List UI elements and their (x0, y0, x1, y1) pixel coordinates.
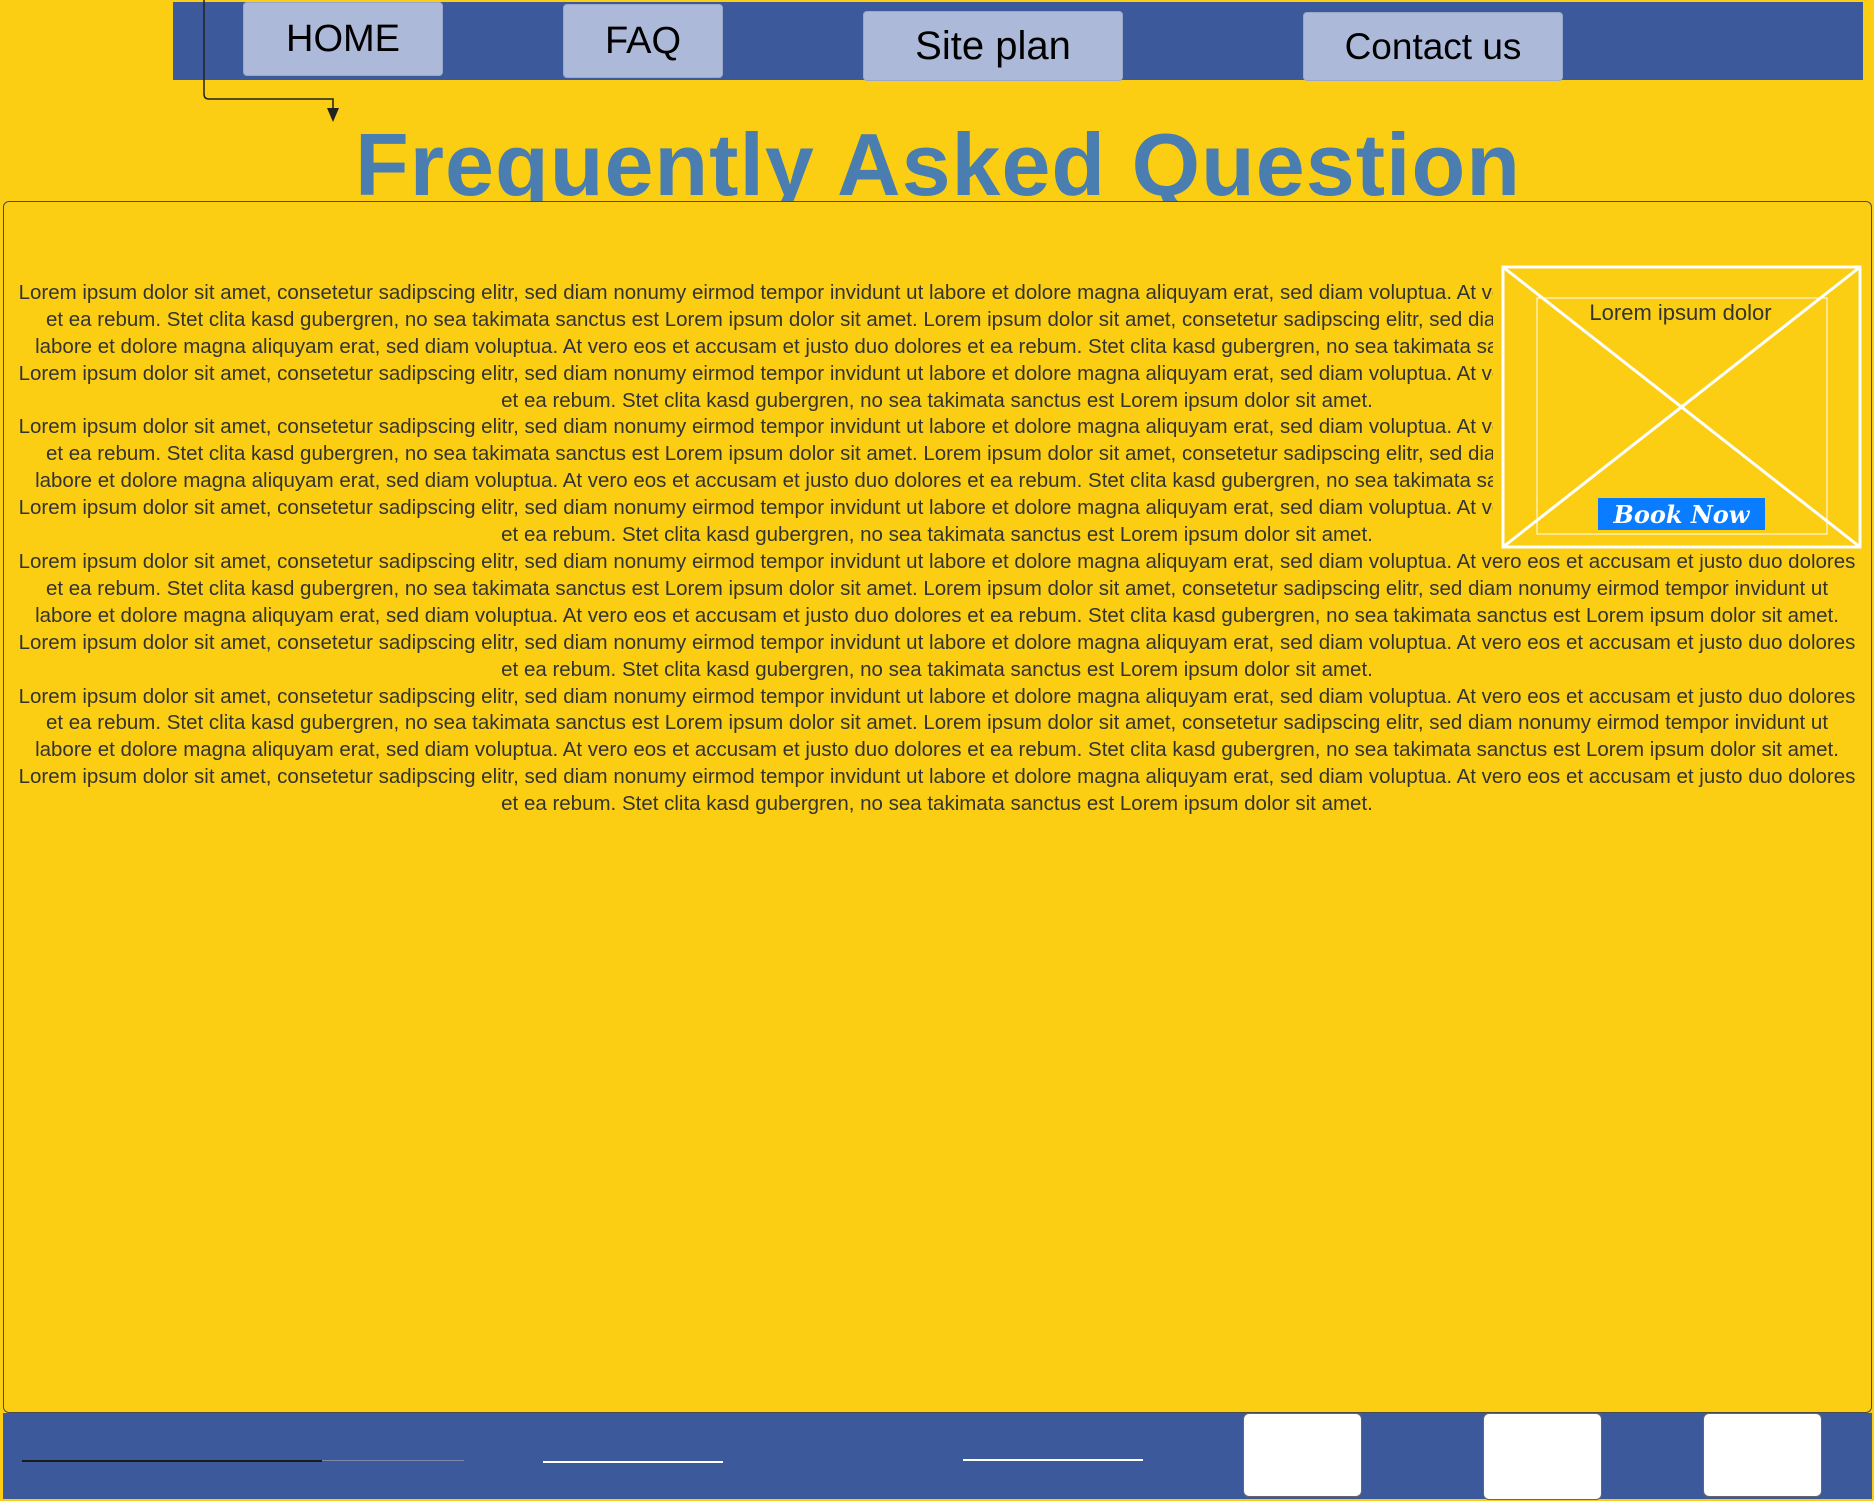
footer-social-box[interactable] (1703, 1413, 1822, 1497)
faq-page: HOME FAQ Site plan Contact us Frequently… (0, 0, 1874, 1501)
page-title: Frequently Asked Questions (355, 115, 1515, 202)
footer-link-line[interactable] (963, 1459, 1143, 1461)
faq-paragraph: Lorem ipsum dolor sit amet, consetetur s… (18, 684, 1856, 816)
footer-link-line[interactable] (322, 1460, 464, 1461)
nav-contact-us-label: Contact us (1344, 25, 1522, 67)
nav-faq-label: FAQ (604, 19, 682, 62)
flow-arrow-icon (203, 0, 339, 122)
nav-contact-us-button[interactable]: Contact us (1303, 12, 1563, 81)
nav-faq-button[interactable]: FAQ (563, 4, 723, 78)
ad-title: Lorem ipsum dolor (1589, 300, 1772, 325)
footer-link-line[interactable] (543, 1461, 723, 1463)
footer-social-box[interactable] (1483, 1413, 1602, 1500)
faq-paragraph: Lorem ipsum dolor sit amet, consetetur s… (18, 549, 1856, 681)
nav-site-plan-button[interactable]: Site plan (863, 11, 1123, 81)
footer-link-line[interactable] (22, 1460, 322, 1462)
nav-site-plan-label: Site plan (915, 23, 1071, 68)
ad-banner: Lorem ipsum dolor Book Now (1493, 264, 1868, 554)
footer-social-box[interactable] (1243, 1413, 1362, 1497)
book-now-button[interactable]: Book Now (1598, 498, 1765, 530)
